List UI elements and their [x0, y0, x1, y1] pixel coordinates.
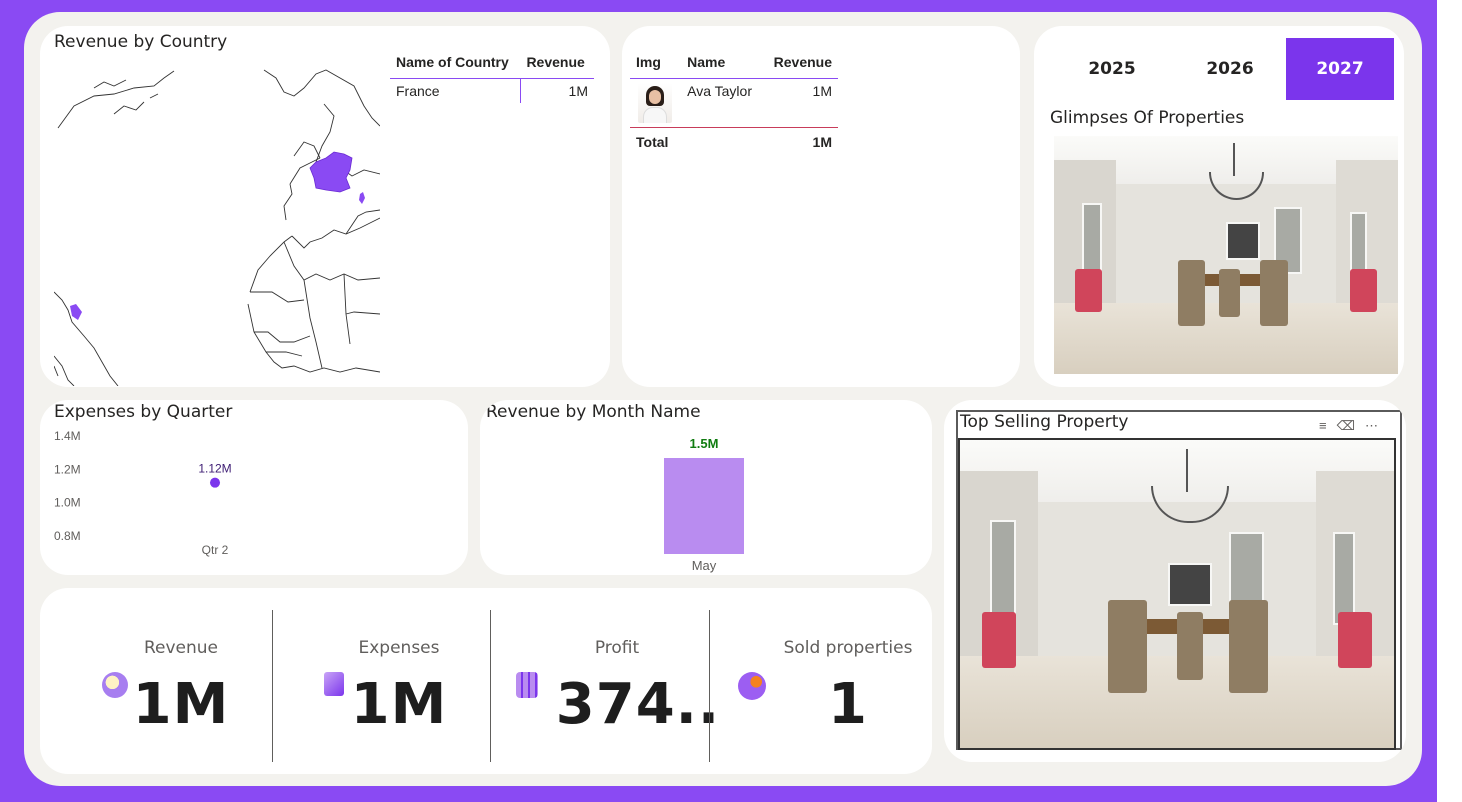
- country-cell: France: [390, 78, 521, 103]
- eraser-icon[interactable]: ⌫: [1337, 418, 1365, 433]
- expenses-chart-title: Expenses by Quarter: [54, 402, 233, 422]
- kpi-expenses[interactable]: Expenses 1M: [290, 588, 508, 774]
- kpi-value: 1: [828, 672, 868, 737]
- filter-icon[interactable]: ≡: [1319, 418, 1337, 433]
- agent-table-card: Img Name Revenue Ava Taylor 1M Total 1M: [622, 26, 1020, 387]
- table-row[interactable]: France 1M: [390, 78, 594, 103]
- month-chart-title: Revenue by Month Name: [486, 402, 701, 422]
- kpi-label: Profit: [594, 638, 640, 658]
- kpi-value: 1M: [350, 672, 448, 737]
- img-cell: [630, 79, 681, 128]
- app-frame: Revenue by Country Name of Country Reven…: [0, 0, 1437, 802]
- img-col-header[interactable]: Img: [630, 50, 682, 79]
- glimpses-title: Glimpses Of Properties: [1050, 108, 1245, 128]
- expenses-chart: 1.4M 1.2M 1.0M 0.8M Qtr 2 1.12M: [54, 429, 232, 557]
- data-label: 1.12M: [198, 462, 231, 476]
- revenue-col-header[interactable]: Revenue: [520, 50, 594, 79]
- country-col-header[interactable]: Name of Country: [390, 50, 521, 79]
- table-row[interactable]: Ava Taylor 1M: [630, 79, 838, 128]
- visual-toolbar: ≡⌫⋯: [1319, 418, 1388, 434]
- revenue-cell: 1M: [812, 83, 832, 99]
- x-tick-label: Qtr 2: [202, 543, 229, 557]
- country-table: Name of Country Revenue France 1M: [390, 50, 594, 103]
- report-canvas: Revenue by Country Name of Country Reven…: [24, 12, 1422, 786]
- guiana-shape: [70, 304, 82, 320]
- kpi-card: Revenue 1M Expenses 1M Profit 374.. Sold…: [40, 588, 932, 774]
- year-2027-button[interactable]: 2027: [1286, 38, 1394, 100]
- kpi-value: 374..: [555, 672, 721, 737]
- property-photo: [1054, 136, 1398, 374]
- calculator-icon: [516, 672, 538, 698]
- bar: [664, 458, 744, 554]
- total-label: Total: [636, 134, 669, 150]
- x-tick-label: May: [692, 558, 717, 573]
- kpi-label: Revenue: [143, 638, 219, 658]
- revenue-cell: 1M: [568, 83, 588, 99]
- y-tick-label: 1.2M: [54, 462, 81, 476]
- name-cell: Ava Taylor: [687, 83, 752, 99]
- revenue-by-month-card: Revenue by Month Name 1.5M May: [480, 400, 932, 575]
- divider: [709, 610, 710, 762]
- month-chart: 1.5M May: [664, 436, 744, 573]
- total-row: Total 1M: [630, 127, 838, 155]
- top-property-photo: [958, 438, 1396, 750]
- avatar: [638, 83, 672, 123]
- kpi-profit[interactable]: Profit 374..: [508, 588, 726, 774]
- top-selling-title: Top Selling Property: [960, 412, 1129, 432]
- year-slicer-card: 2025 2026 2027 Glimpses Of Properties: [1034, 26, 1404, 387]
- revenue-col-header[interactable]: Revenue: [763, 50, 838, 79]
- top-selling-card: Top Selling Property ≡⌫⋯: [944, 400, 1406, 762]
- map-title: Revenue by Country: [54, 32, 228, 52]
- year-2025-button[interactable]: 2025: [1058, 38, 1166, 100]
- divider: [272, 610, 273, 762]
- kpi-label: Sold properties: [783, 638, 913, 658]
- revenue-map[interactable]: [54, 66, 380, 386]
- kpi-label: Expenses: [358, 638, 440, 658]
- kpi-revenue[interactable]: Revenue 1M: [72, 588, 290, 774]
- y-tick-label: 1.4M: [54, 429, 81, 443]
- data-point: [210, 477, 220, 488]
- scroll-gutter: [1437, 0, 1462, 802]
- y-tick-label: 0.8M: [54, 529, 81, 543]
- revenue-by-country-card: Revenue by Country Name of Country Reven…: [40, 26, 610, 387]
- year-2026-button[interactable]: 2026: [1176, 38, 1284, 100]
- kpi-value: 1M: [132, 672, 230, 737]
- divider: [490, 610, 491, 762]
- corsica-shape: [359, 192, 365, 204]
- kpi-sold-properties[interactable]: Sold properties 1: [726, 588, 930, 774]
- data-label: 1.5M: [690, 436, 719, 451]
- total-value: 1M: [812, 134, 832, 150]
- agent-table: Img Name Revenue Ava Taylor 1M Total 1M: [630, 50, 838, 154]
- selected-visual-frame[interactable]: Top Selling Property ≡⌫⋯: [956, 410, 1402, 750]
- france-shape: [309, 151, 353, 193]
- name-col-header[interactable]: Name: [681, 50, 764, 79]
- more-icon[interactable]: ⋯: [1365, 418, 1388, 433]
- expenses-by-quarter-card: Expenses by Quarter 1.4M 1.2M 1.0M 0.8M Qtr …: [40, 400, 468, 575]
- y-tick-label: 1.0M: [54, 496, 81, 510]
